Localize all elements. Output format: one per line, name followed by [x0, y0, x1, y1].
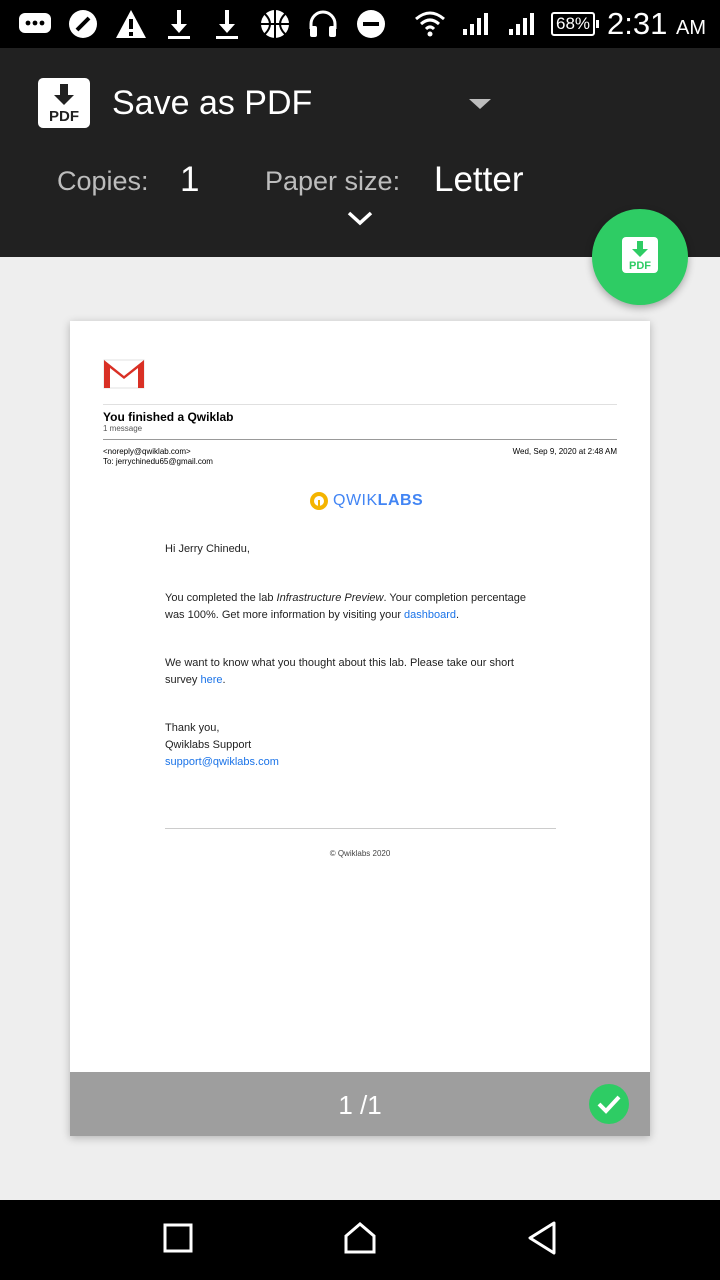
paragraph-survey: We want to know what you thought about t… — [165, 655, 514, 689]
headset-icon — [306, 8, 340, 40]
gmail-logo-icon — [103, 359, 145, 394]
home-button[interactable] — [340, 1220, 380, 1260]
message-count: 1 message — [103, 424, 143, 433]
divider — [165, 828, 556, 829]
notification-icons — [18, 8, 388, 40]
text: . Your completion percentage — [383, 592, 527, 604]
pdf-download-icon: PDF — [621, 236, 659, 279]
back-button[interactable] — [522, 1220, 562, 1260]
paper-size-value[interactable]: Letter — [434, 160, 524, 200]
chevron-down-icon[interactable] — [345, 208, 375, 233]
wifi-icon — [413, 8, 447, 40]
clock-ampm: AM — [676, 17, 706, 39]
svg-text:PDF: PDF — [629, 260, 651, 272]
email-recipient: To: jerrychinedu65@gmail.com — [103, 457, 213, 466]
messages-icon — [18, 8, 52, 40]
signoff: Thank you, Qwiklabs Support support@qwik… — [165, 720, 279, 771]
logo-text-light: QWIK — [333, 492, 378, 509]
signal-icon — [459, 8, 493, 40]
signal-icon — [505, 8, 539, 40]
copies-value[interactable]: 1 — [180, 160, 199, 200]
battery-indicator: 68% — [551, 12, 600, 36]
text: We want to know what you thought about t… — [165, 657, 514, 669]
copyright: © Qwiklabs 2020 — [329, 849, 391, 858]
page-preview[interactable]: You finished a Qwiklab 1 message <norepl… — [70, 321, 650, 1136]
paper-size-label: Paper size: — [265, 166, 401, 196]
greeting: Hi Jerry Chinedu, — [165, 543, 250, 555]
copies-label: Copies: — [57, 166, 149, 196]
download-icon — [210, 8, 244, 40]
page-footer: 1 /1 — [70, 1072, 650, 1136]
download-icon — [162, 8, 196, 40]
destination-selector[interactable]: Save as PDF — [112, 84, 312, 123]
email-subject: You finished a Qwiklab — [103, 410, 234, 424]
logo-text-bold: LABS — [377, 492, 424, 509]
email-sender: <noreply@qwiklab.com> — [103, 447, 191, 456]
text: was 100%. Get more information by visiti… — [165, 609, 405, 621]
signature-text: Qwiklabs Support — [165, 739, 252, 751]
qwiklabs-logo: QWIKLABS — [309, 491, 423, 511]
square-icon — [162, 1222, 194, 1259]
do-not-disturb-icon — [354, 8, 388, 40]
status-bar: 68% 2:31 AM — [0, 0, 720, 48]
lab-name: Infrastructure Preview — [276, 592, 384, 604]
recents-button[interactable] — [158, 1220, 198, 1260]
page-selected-check-icon[interactable] — [589, 1084, 629, 1124]
survey-link[interactable]: here — [200, 674, 222, 686]
no-entry-icon — [66, 8, 100, 40]
support-email-link[interactable]: support@qwiklabs.com — [165, 756, 279, 768]
dropdown-caret-icon[interactable] — [469, 99, 491, 109]
clock-time: 2:31 — [607, 6, 668, 41]
dashboard-link[interactable]: dashboard — [404, 609, 456, 621]
text: survey — [165, 674, 201, 686]
home-icon — [343, 1221, 377, 1260]
thanks-text: Thank you, — [165, 722, 220, 734]
email-date: Wed, Sep 9, 2020 at 2:48 AM — [512, 447, 617, 456]
svg-text:PDF: PDF — [49, 108, 79, 125]
divider — [103, 404, 617, 405]
page-indicator: 1 /1 — [338, 1090, 382, 1120]
back-triangle-icon — [525, 1221, 559, 1260]
system-indicators: 68% 2:31 AM — [413, 6, 706, 42]
pdf-file-icon: PDF — [38, 78, 90, 128]
clock: 2:31 AM — [607, 6, 706, 42]
warning-icon — [114, 8, 148, 40]
paragraph-completion: You completed the lab Infrastructure Pre… — [165, 590, 526, 624]
divider — [103, 439, 617, 440]
text: . — [222, 674, 226, 686]
basketball-icon — [258, 8, 292, 40]
save-pdf-button[interactable]: PDF — [592, 209, 688, 305]
text: . — [456, 609, 460, 621]
qwiklabs-logo-icon — [310, 492, 328, 510]
navigation-bar — [0, 1200, 720, 1280]
text: You completed the lab — [165, 592, 277, 604]
